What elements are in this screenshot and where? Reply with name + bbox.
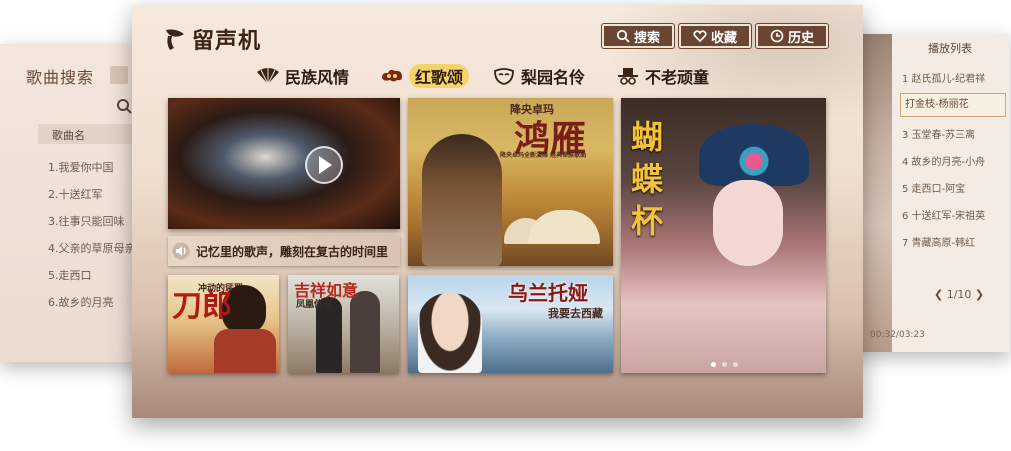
opera-performer-photo — [713, 180, 783, 266]
slogan-text: 记忆里的歌声，雕刻在复古的时间里 — [196, 244, 389, 259]
history-button-label: 历史 — [787, 30, 814, 46]
singer-photo — [422, 134, 502, 266]
list-item[interactable]: 6.故乡的月亮 — [48, 289, 136, 316]
gramophone-icon — [166, 29, 184, 50]
pager: ❮ 1/10 ❯ — [934, 288, 984, 301]
list-item[interactable]: 4.父亲的草原母亲 — [48, 235, 136, 262]
cloud-scroll-icon — [382, 69, 402, 82]
slogan-bar: 记忆里的歌声，雕刻在复古的时间里 — [168, 236, 400, 266]
singer-photo — [418, 293, 482, 373]
album-tile-hudiebei[interactable]: 蝴蝶杯 — [621, 98, 826, 373]
yurt-graphic — [528, 210, 600, 244]
search-button[interactable]: 搜索 — [602, 24, 674, 48]
album-tile-jixiangruyi[interactable]: 吉祥如意 凤凰传奇 — [288, 275, 399, 373]
category-label: 不老顽童 — [645, 68, 710, 87]
category-red-songs[interactable]: 红歌颂 — [380, 63, 470, 89]
list-item[interactable]: 5.走西口 — [48, 262, 136, 289]
playlist-panel: 播放列表 1 赵氏孤儿-纪君祥 打金枝-杨丽花 3 玉堂春-苏三离 4 故乡的月… — [850, 34, 1010, 352]
panel-tab[interactable] — [110, 66, 128, 84]
album-subtitle: 凤凰传奇 — [296, 300, 333, 310]
fan-icon — [257, 68, 279, 85]
favorites-button-label: 收藏 — [710, 30, 737, 46]
featured-video-tile[interactable] — [168, 98, 400, 229]
singer-photo — [350, 291, 380, 373]
search-icon — [616, 29, 630, 43]
app-title: 留声机 — [192, 28, 262, 54]
search-icon[interactable] — [116, 98, 132, 114]
singer-photo-body — [214, 329, 276, 373]
play-icon[interactable] — [305, 146, 343, 184]
song-name-column: 歌曲名 — [52, 129, 85, 142]
album-title: 乌兰托娅 — [508, 281, 588, 305]
playlist-title: 播放列表 — [928, 42, 972, 55]
song-list: 1.我爱你中国 2.十送红军 3.往事只能回味 4.父亲的草原母亲 5.走西口 … — [48, 154, 136, 316]
favorites-button[interactable]: 收藏 — [679, 24, 751, 48]
clock-icon — [770, 29, 784, 43]
page-indicator: 1/10 — [946, 288, 972, 301]
main-window: 留声机 搜索 收藏 历史 民族风情 红歌颂 梨园名伶 不老顽童 记忆里的歌声，雕… — [132, 5, 863, 418]
hat-glasses-icon — [618, 68, 638, 85]
category-folk[interactable]: 民族风情 — [256, 63, 349, 89]
playlist-item[interactable]: 7 青藏高原-韩红 — [902, 230, 1006, 257]
carousel-dot[interactable] — [722, 362, 727, 367]
playlist-item[interactable]: 6 十送红军-宋祖英 — [902, 203, 1006, 230]
song-search-title: 歌曲搜索 — [26, 68, 95, 87]
playback-time: 00:32/03:23 — [870, 330, 925, 340]
album-tile-daolang[interactable]: 刀郎 冲动的惩罚 — [168, 275, 279, 373]
list-item[interactable]: 1.我爱你中国 — [48, 154, 136, 181]
opera-headdress-graphic — [699, 124, 809, 186]
playlist-item[interactable]: 3 玉堂春-苏三离 — [902, 122, 1006, 149]
album-subtitle: 冲动的惩罚 — [198, 284, 244, 294]
heart-icon — [693, 30, 707, 43]
history-button[interactable]: 历史 — [756, 24, 828, 48]
category-oldies[interactable]: 不老顽童 — [616, 63, 709, 89]
carousel-dot[interactable] — [733, 362, 738, 367]
carousel-dot[interactable] — [711, 362, 716, 367]
album-tile-wulantuoya[interactable]: 乌兰托娅 我要去西藏 — [408, 275, 613, 373]
category-label: 梨园名伶 — [521, 68, 586, 87]
category-label: 红歌颂 — [409, 64, 470, 88]
list-item[interactable]: 2.十送红军 — [48, 181, 136, 208]
album-subtitle: 我要去西藏 — [548, 307, 603, 320]
app-logo: 留声机 — [162, 23, 261, 55]
list-item[interactable]: 3.往事只能回味 — [48, 208, 136, 235]
playlist-item[interactable]: 5 走西口-阿宝 — [902, 176, 1006, 203]
song-search-panel: 歌曲搜索 歌曲名 1.我爱你中国 2.十送红军 3.往事只能回味 4.父亲的草原… — [0, 44, 150, 362]
playlist-item-active[interactable]: 打金枝-杨丽花 — [900, 93, 1006, 117]
playlist: 1 赵氏孤儿-纪君祥 打金枝-杨丽花 3 玉堂春-苏三离 4 故乡的月亮-小舟 … — [900, 66, 1006, 257]
carousel-dots — [711, 362, 738, 367]
album-tagline: 降央卓玛全新演绎 经典草原歌曲 — [500, 152, 587, 159]
category-opera[interactable]: 梨园名伶 — [492, 63, 585, 89]
mask-icon — [494, 68, 514, 85]
playlist-item[interactable]: 4 故乡的月亮-小舟 — [902, 149, 1006, 176]
category-label: 民族风情 — [285, 68, 350, 87]
speaker-icon[interactable] — [172, 242, 190, 260]
prev-page-icon[interactable]: ❮ — [934, 288, 943, 301]
album-title: 蝴蝶杯 — [631, 118, 664, 240]
next-page-icon[interactable]: ❯ — [975, 288, 984, 301]
album-tile-hongyan[interactable]: 降央卓玛 鸿雁 降央卓玛全新演绎 经典草原歌曲 — [408, 98, 613, 266]
search-button-label: 搜索 — [633, 30, 660, 46]
playlist-item[interactable]: 1 赵氏孤儿-纪君祥 — [902, 66, 1006, 93]
